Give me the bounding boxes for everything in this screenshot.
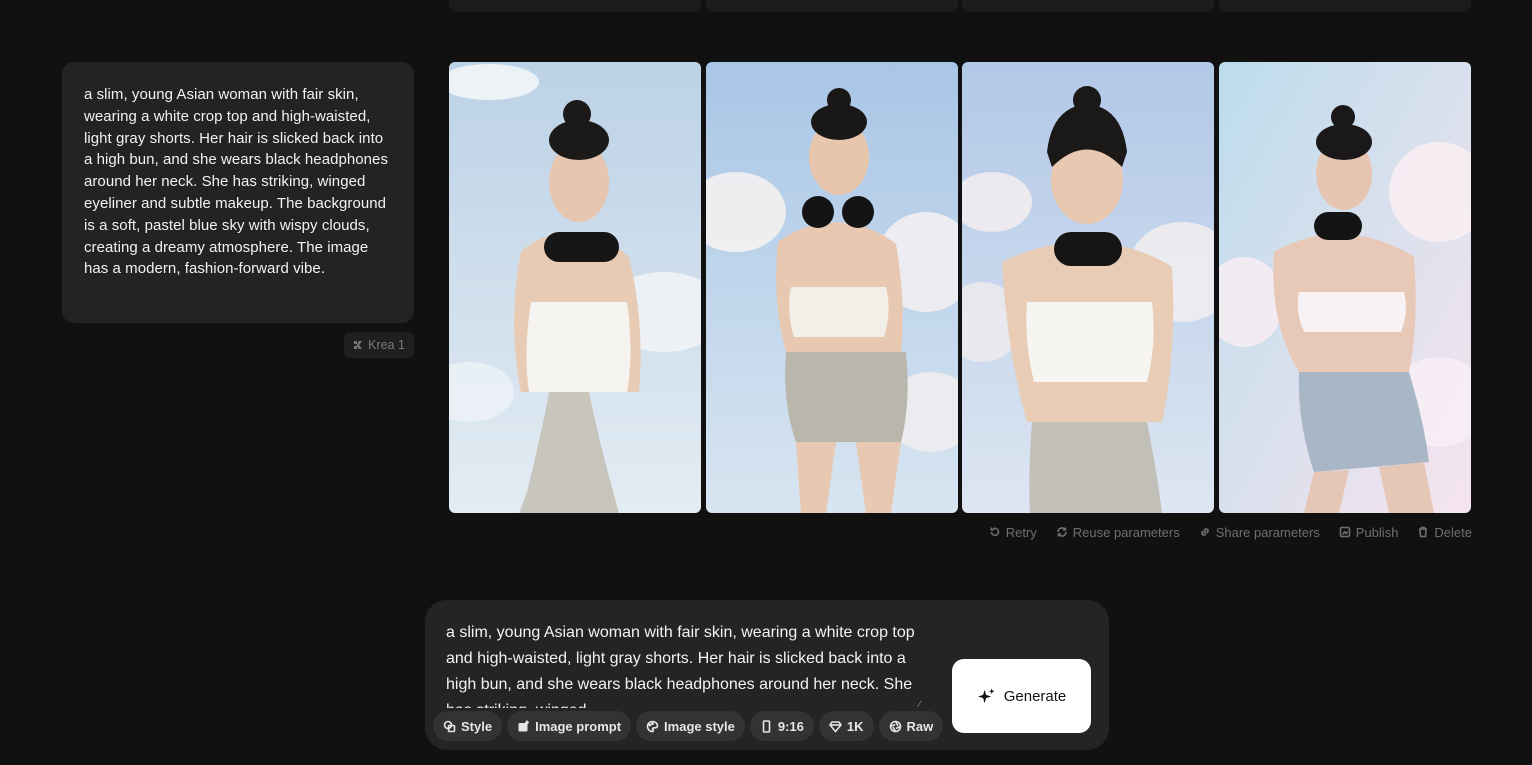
resolution-label: 1K [846, 718, 864, 734]
generated-image-graphic [962, 62, 1214, 513]
prompt-input[interactable]: a slim, young Asian woman with fair skin… [446, 620, 926, 708]
model-name: Krea 1 [368, 338, 405, 352]
aspect-ratio-label: 9:16 [777, 718, 804, 734]
raw-mode-chip[interactable]: Raw [878, 711, 944, 741]
delete-label: Delete [1434, 524, 1472, 540]
generated-image[interactable] [449, 62, 701, 513]
image-actions: Retry Reuse parameters Share parameters … [989, 523, 1472, 541]
previous-generation-row [449, 0, 1471, 12]
publish-icon [1339, 526, 1351, 538]
retry-icon [989, 527, 999, 537]
style-chip[interactable]: Style [433, 711, 503, 741]
krea-logo-icon [354, 341, 363, 349]
share-parameters-label: Share parameters [1215, 524, 1320, 540]
history-prompt-text: a slim, young Asian woman with fair skin… [84, 86, 388, 278]
model-badge: Krea 1 [344, 332, 414, 358]
prompt-composer: a slim, young Asian woman with fair skin… [425, 600, 1109, 750]
generated-image-graphic [706, 62, 958, 513]
generated-image[interactable] [706, 62, 958, 513]
style-label: Style [461, 718, 493, 734]
aperture-icon [889, 720, 901, 732]
resolution-chip[interactable]: 1K [818, 711, 874, 741]
retry-button[interactable]: Retry [989, 525, 1037, 540]
link-icon [1200, 528, 1209, 536]
generate-button[interactable]: Generate [952, 659, 1091, 733]
image-style-chip[interactable]: Image style [636, 711, 745, 741]
generated-image-graphic [449, 62, 701, 513]
reuse-parameters-button[interactable]: Reuse parameters [1056, 525, 1180, 540]
retry-label: Retry [1005, 524, 1037, 540]
reuse-parameters-label: Reuse parameters [1072, 524, 1180, 540]
trash-icon [1419, 526, 1428, 538]
style-icon [443, 720, 456, 732]
previous-image[interactable] [706, 0, 958, 12]
image-add-icon [518, 720, 530, 731]
previous-image[interactable] [1219, 0, 1471, 12]
generate-label: Generate [1003, 687, 1067, 705]
image-prompt-chip[interactable]: Image prompt [507, 711, 632, 741]
resize-handle-icon[interactable]: ⁄ [919, 700, 927, 709]
delete-button[interactable]: Delete [1417, 525, 1472, 540]
generated-image[interactable] [1219, 62, 1471, 513]
aspect-ratio-chip[interactable]: 9:16 [749, 711, 814, 741]
generated-image[interactable] [962, 62, 1214, 513]
app-root: a slim, young Asian woman with fair skin… [0, 0, 1532, 765]
previous-image[interactable] [962, 0, 1214, 12]
image-prompt-label: Image prompt [535, 718, 622, 734]
sparkles-icon [977, 687, 995, 703]
history-prompt-card: a slim, young Asian woman with fair skin… [62, 62, 414, 323]
previous-image[interactable] [449, 0, 701, 12]
reuse-icon [1056, 527, 1067, 537]
image-style-label: Image style [664, 718, 735, 734]
generated-image-graphic [1219, 62, 1471, 513]
composer-toolbar: Style Image prompt Image style 9:16 1K R… [433, 711, 944, 741]
raw-mode-label: Raw [906, 718, 934, 734]
diamond-icon [828, 720, 842, 733]
publish-label: Publish [1355, 524, 1399, 540]
palette-icon [646, 720, 659, 732]
portrait-ratio-icon [762, 719, 771, 733]
publish-button[interactable]: Publish [1339, 524, 1399, 540]
share-parameters-button[interactable]: Share parameters [1199, 525, 1320, 540]
